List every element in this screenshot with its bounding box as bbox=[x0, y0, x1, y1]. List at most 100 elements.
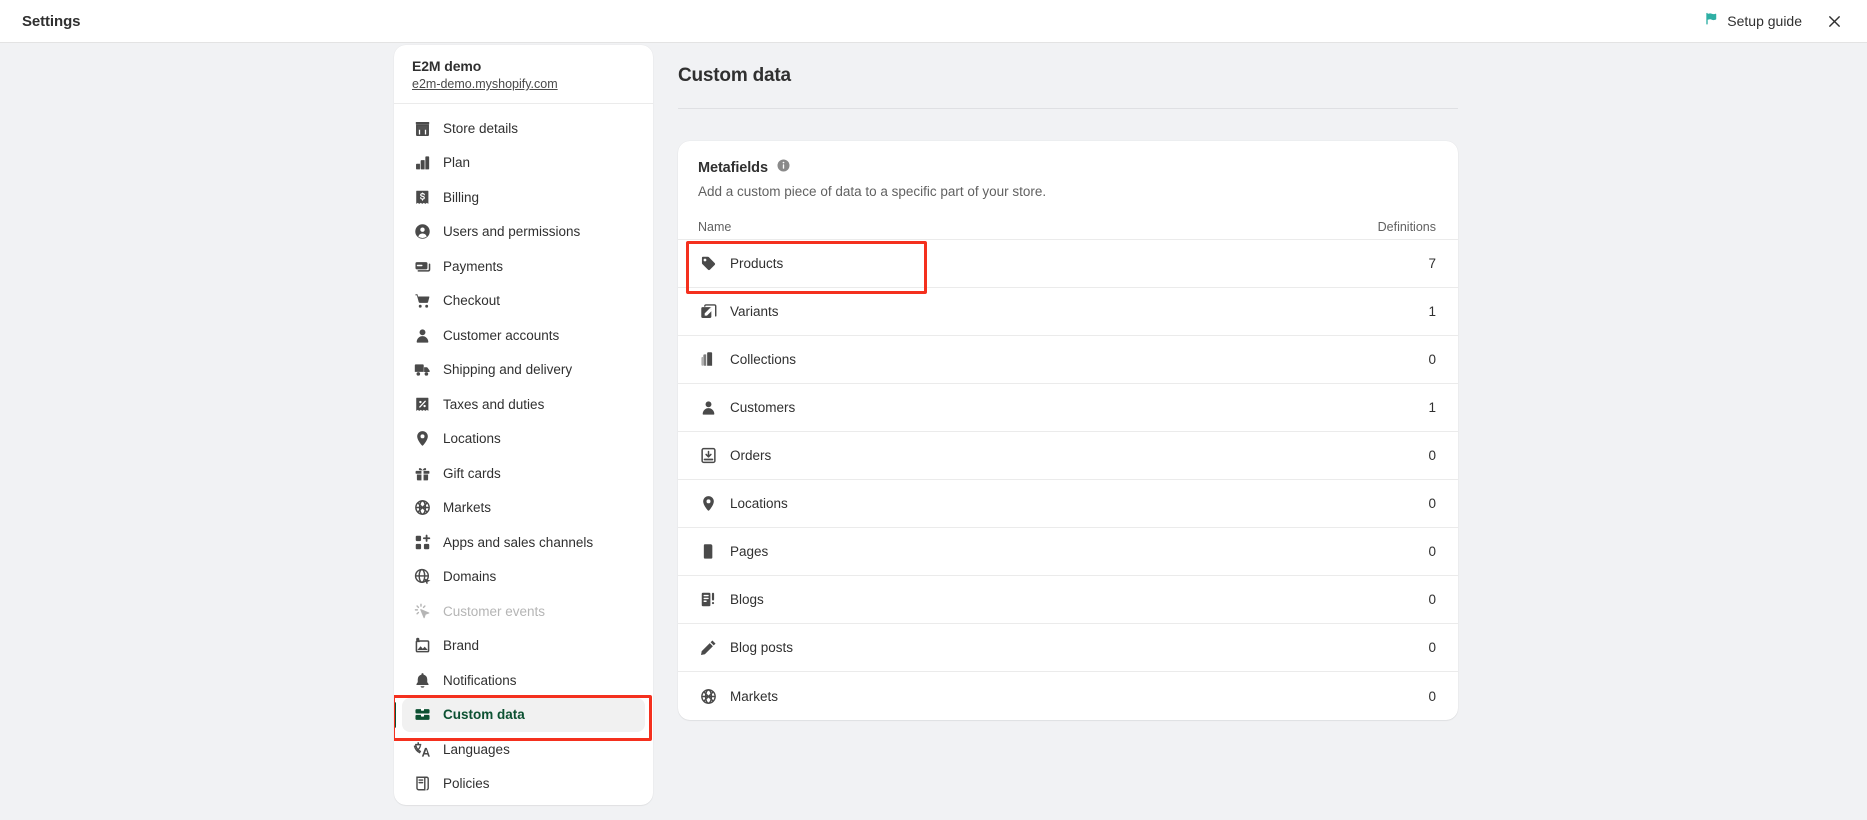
store-name: E2M demo bbox=[412, 58, 635, 74]
sidebar-item-label: Plan bbox=[443, 155, 470, 170]
sidebar-item-billing[interactable]: Billing bbox=[402, 180, 645, 215]
sidebar-item-plan[interactable]: Plan bbox=[402, 146, 645, 181]
table-row[interactable]: Collections0 bbox=[678, 336, 1458, 384]
settings-sidebar: E2M demo e2m-demo.myshopify.com Store de… bbox=[394, 45, 653, 805]
table-row[interactable]: Customers1 bbox=[678, 384, 1458, 432]
percent-icon bbox=[412, 394, 432, 414]
sidebar-item-policies[interactable]: Policies bbox=[402, 767, 645, 802]
table-row[interactable]: Markets0 bbox=[678, 672, 1458, 720]
location-pin-icon bbox=[698, 494, 718, 514]
row-definition-count: 7 bbox=[1428, 256, 1436, 271]
sidebar-item-label: Languages bbox=[443, 742, 510, 757]
person-icon bbox=[698, 398, 718, 418]
variants-icon bbox=[698, 302, 718, 322]
setup-guide-button[interactable]: Setup guide bbox=[1695, 6, 1811, 36]
sidebar-item-label: Domains bbox=[443, 569, 496, 584]
plan-icon bbox=[412, 153, 432, 173]
row-label: Orders bbox=[730, 448, 771, 463]
domain-globe-icon bbox=[412, 567, 432, 587]
customer-events-icon bbox=[412, 601, 432, 621]
close-button[interactable] bbox=[1817, 4, 1851, 38]
row-definition-count: 0 bbox=[1428, 544, 1436, 559]
settings-nav-list: Store details Plan Billing Users and permis… bbox=[394, 104, 653, 805]
sidebar-item-taxes-and-duties[interactable]: Taxes and duties bbox=[402, 387, 645, 422]
sidebar-item-customer-events: Customer events bbox=[402, 594, 645, 629]
sidebar-item-customer-accounts[interactable]: Customer accounts bbox=[402, 318, 645, 353]
sidebar-item-label: Gift cards bbox=[443, 466, 501, 481]
row-label: Blog posts bbox=[730, 640, 793, 655]
sidebar-item-label: Taxes and duties bbox=[443, 397, 544, 412]
store-header: E2M demo e2m-demo.myshopify.com bbox=[394, 45, 653, 104]
column-header-definitions: Definitions bbox=[1378, 220, 1436, 234]
store-url-link[interactable]: e2m-demo.myshopify.com bbox=[412, 77, 635, 91]
sidebar-item-notifications[interactable]: Notifications bbox=[402, 663, 645, 698]
top-bar-actions: Setup guide bbox=[1695, 4, 1867, 38]
sidebar-item-brand[interactable]: Brand bbox=[402, 629, 645, 664]
setup-guide-label: Setup guide bbox=[1727, 13, 1802, 29]
row-definition-count: 0 bbox=[1428, 448, 1436, 463]
sidebar-item-label: Policies bbox=[443, 776, 490, 791]
sidebar-item-label: Custom data bbox=[443, 707, 525, 722]
top-bar: Settings Setup guide bbox=[0, 0, 1867, 43]
sidebar-item-label: Shipping and delivery bbox=[443, 362, 572, 377]
page-icon bbox=[698, 542, 718, 562]
sidebar-item-label: Customer accounts bbox=[443, 328, 559, 343]
sidebar-item-label: Notifications bbox=[443, 673, 517, 688]
table-row[interactable]: Blog posts 0 bbox=[678, 624, 1458, 672]
row-label: Collections bbox=[730, 352, 796, 367]
table-header-row: Name Definitions bbox=[678, 214, 1458, 240]
table-row[interactable]: Variants 1 bbox=[678, 288, 1458, 336]
table-row[interactable]: Products7 bbox=[678, 240, 1458, 288]
sidebar-item-languages[interactable]: Languages bbox=[402, 732, 645, 767]
collections-icon bbox=[698, 350, 718, 370]
sidebar-item-label: Billing bbox=[443, 190, 479, 205]
sidebar-item-shipping-and-delivery[interactable]: Shipping and delivery bbox=[402, 353, 645, 388]
sidebar-item-custom-data[interactable]: Custom data bbox=[402, 698, 645, 733]
sidebar-item-payments[interactable]: Payments bbox=[402, 249, 645, 284]
close-icon bbox=[1826, 13, 1843, 30]
truck-icon bbox=[412, 360, 432, 380]
app-title: Settings bbox=[22, 13, 80, 30]
card-title-row: Metafields bbox=[698, 158, 1438, 178]
row-definition-count: 0 bbox=[1428, 640, 1436, 655]
billing-icon bbox=[412, 187, 432, 207]
row-definition-count: 1 bbox=[1428, 304, 1436, 319]
sidebar-item-store-details[interactable]: Store details bbox=[402, 111, 645, 146]
metafields-card: Metafields Add a custom piece of data to… bbox=[678, 141, 1458, 720]
location-pin-icon bbox=[412, 429, 432, 449]
sidebar-item-domains[interactable]: Domains bbox=[402, 560, 645, 595]
sidebar-item-gift-cards[interactable]: Gift cards bbox=[402, 456, 645, 491]
table-row[interactable]: Orders 0 bbox=[678, 432, 1458, 480]
tag-icon bbox=[698, 254, 718, 274]
sidebar-item-locations[interactable]: Locations bbox=[402, 422, 645, 457]
table-row[interactable]: Locations0 bbox=[678, 480, 1458, 528]
blog-icon bbox=[698, 590, 718, 610]
brand-icon bbox=[412, 636, 432, 656]
column-header-name: Name bbox=[698, 220, 731, 234]
row-label: Variants bbox=[730, 304, 779, 319]
sidebar-item-label: Users and permissions bbox=[443, 224, 580, 239]
sidebar-item-label: Brand bbox=[443, 638, 479, 653]
metafields-card-header: Metafields Add a custom piece of data to… bbox=[678, 141, 1458, 214]
table-row[interactable]: Pages0 bbox=[678, 528, 1458, 576]
store-icon bbox=[412, 118, 432, 138]
globe-markets-icon bbox=[698, 686, 718, 706]
card-subtitle: Add a custom piece of data to a specific… bbox=[698, 184, 1438, 199]
payments-icon bbox=[412, 256, 432, 276]
sidebar-item-users-and-permissions[interactable]: Users and permissions bbox=[402, 215, 645, 250]
sidebar-item-label: Checkout bbox=[443, 293, 500, 308]
row-definition-count: 0 bbox=[1428, 689, 1436, 704]
apps-icon bbox=[412, 532, 432, 552]
policies-icon bbox=[412, 774, 432, 794]
cart-icon bbox=[412, 291, 432, 311]
sidebar-item-apps-and-sales-channels[interactable]: Apps and sales channels bbox=[402, 525, 645, 560]
row-label: Blogs bbox=[730, 592, 764, 607]
sidebar-item-markets[interactable]: Markets bbox=[402, 491, 645, 526]
info-icon[interactable] bbox=[776, 158, 791, 178]
sidebar-item-label: Store details bbox=[443, 121, 518, 136]
page-title: Custom data bbox=[653, 43, 1867, 87]
row-definition-count: 0 bbox=[1428, 592, 1436, 607]
sidebar-item-checkout[interactable]: Checkout bbox=[402, 284, 645, 319]
table-row[interactable]: Blogs 0 bbox=[678, 576, 1458, 624]
pencil-icon bbox=[698, 638, 718, 658]
